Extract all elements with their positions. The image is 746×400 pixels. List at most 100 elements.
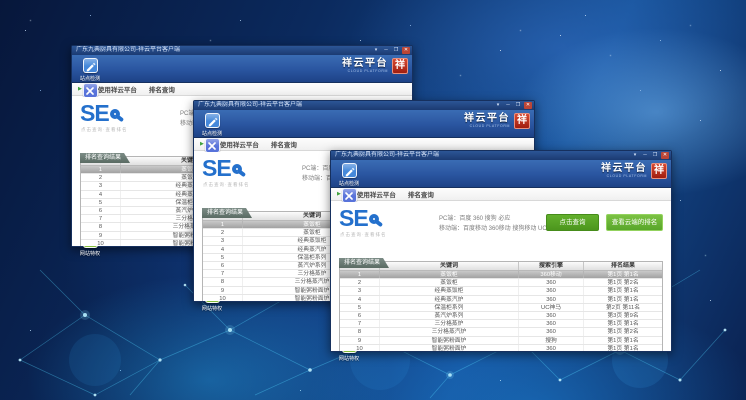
desktop-background: 广东九典厨具有限公司-祥云平台客户端 ▾ ─ ❐ ✕ 站点检测 网站管理 询盘信… bbox=[0, 0, 746, 400]
tab-rank-results[interactable]: 排名查询结果 bbox=[80, 153, 130, 163]
cell-no: 5 bbox=[203, 254, 243, 261]
cell-engine: 360 bbox=[519, 312, 584, 319]
cell-keyword: 智能粥粉面炉 bbox=[380, 337, 519, 344]
cell-no: 2 bbox=[81, 174, 121, 181]
table-row[interactable]: 10 智能粥粉面炉 360 第1页 第1名 bbox=[340, 345, 662, 351]
cell-engine: 360移动 bbox=[519, 271, 584, 278]
cell-rank: 第1页 第1名 bbox=[584, 296, 662, 303]
brand-name: 祥云平台 bbox=[342, 59, 388, 69]
table-row[interactable]: 5 保温柜系列 UC神马 第2页 第11名 bbox=[340, 304, 662, 312]
table-row[interactable]: 8 三分格蒸汽炉 360 第1页 第2名 bbox=[340, 328, 662, 336]
cell-no: 1 bbox=[81, 166, 121, 173]
tab-rank-results[interactable]: 排名查询结果 bbox=[202, 208, 252, 218]
seo-logo: SE bbox=[202, 157, 242, 179]
cell-engine: 360 bbox=[519, 320, 584, 327]
toolbar-item-0[interactable]: 站点检测 bbox=[197, 112, 227, 137]
cell-no: 10 bbox=[340, 345, 380, 351]
title-bar[interactable]: 广东九典厨具有限公司-祥云平台客户端 ▾ ─ ❐ ✕ bbox=[194, 101, 534, 110]
window-controls: ▾ ─ ❐ ✕ bbox=[631, 152, 669, 159]
main-toolbar: 站点检测 网站管理 询盘信息 流量统计 排名查询 套餐推广 微信平台 网站特权 … bbox=[72, 55, 412, 83]
maximize-button[interactable]: ❐ bbox=[651, 152, 659, 159]
title-bar[interactable]: 广东九典厨具有限公司-祥云平台客户端 ▾ ─ ❐ ✕ bbox=[72, 46, 412, 55]
cell-engine: 搜狗 bbox=[519, 337, 584, 344]
window-controls: ▾ ─ ❐ ✕ bbox=[494, 102, 532, 109]
cell-no: 4 bbox=[81, 191, 121, 198]
close-button[interactable]: ✕ bbox=[524, 102, 532, 109]
cell-keyword: 三分格蒸炉 bbox=[380, 320, 519, 327]
toolbar-item-0[interactable]: 站点检测 bbox=[334, 162, 364, 187]
cell-no: 3 bbox=[203, 237, 243, 244]
window-title: 广东九典厨具有限公司-祥云平台客户端 bbox=[335, 152, 439, 158]
maximize-button[interactable]: ❐ bbox=[514, 102, 522, 109]
table-row[interactable]: 1 蒸饭柜 360移动 第1页 第1名 bbox=[340, 271, 662, 279]
title-bar[interactable]: 广东九典厨具有限公司-祥云平台客户端 ▾ ─ ❐ ✕ bbox=[331, 151, 671, 160]
skin-button[interactable]: ▾ bbox=[494, 102, 502, 109]
app-window-2: 广东九典厨具有限公司-祥云平台客户端 ▾ ─ ❐ ✕ 站点检测 网站管理 询盘信… bbox=[330, 150, 672, 352]
close-button[interactable]: ✕ bbox=[402, 47, 410, 54]
cell-keyword: 蒸饭柜 bbox=[380, 271, 519, 278]
seo-logo-text: SE bbox=[80, 102, 109, 124]
query-panel: SE 点击查询·查看排名 PC端：百度 360 搜狗 必应 移动端：百度移动 3… bbox=[339, 205, 663, 249]
site-manage-icon bbox=[342, 188, 357, 203]
cell-keyword: 蒸汽炉系列 bbox=[380, 312, 519, 319]
cell-no: 2 bbox=[203, 229, 243, 236]
table-row[interactable]: 2 蒸饭柜 360 第1页 第2名 bbox=[340, 279, 662, 287]
minimize-button[interactable]: ─ bbox=[504, 102, 512, 109]
site-check-icon bbox=[83, 58, 98, 73]
toolbar-item-label: 站点检测 bbox=[339, 179, 359, 186]
cell-keyword: 经典蒸饭柜 bbox=[380, 287, 519, 294]
cell-no: 4 bbox=[203, 246, 243, 253]
brand-name: 祥云平台 bbox=[464, 114, 510, 124]
breadcrumb: ▶ 欢迎使用祥云平台 排名查询 bbox=[72, 83, 412, 96]
site-manage-icon bbox=[83, 83, 98, 98]
table-row[interactable]: 7 三分格蒸炉 360 第1页 第1名 bbox=[340, 320, 662, 328]
seo-tagline: 点击查询·查看排名 bbox=[203, 182, 250, 188]
table-row[interactable]: 4 经典蒸汽炉 360 第1页 第1名 bbox=[340, 296, 662, 304]
background-stars bbox=[0, 0, 1, 1]
site-manage-icon bbox=[205, 138, 220, 153]
skin-button[interactable]: ▾ bbox=[631, 152, 639, 159]
seo-logo: SE bbox=[80, 102, 120, 124]
brand-subtitle: CLOUD PLATFORM bbox=[464, 125, 510, 129]
cell-no: 8 bbox=[203, 278, 243, 285]
cell-engine: 360 bbox=[519, 296, 584, 303]
tab-rank-results[interactable]: 排名查询结果 bbox=[339, 258, 389, 268]
minimize-button[interactable]: ─ bbox=[382, 47, 390, 54]
toolbar-item-label: 网站特权 bbox=[80, 249, 100, 256]
cell-engine: 360 bbox=[519, 279, 584, 286]
cell-no: 2 bbox=[340, 279, 380, 286]
brand-seal-icon: 祥 bbox=[514, 113, 530, 129]
cell-no: 5 bbox=[340, 304, 380, 311]
main-toolbar: 站点检测 网站管理 询盘信息 流量统计 排名查询 套餐推广 微信平台 网站特权 … bbox=[194, 110, 534, 138]
table-row[interactable]: 3 经典蒸饭柜 360 第1页 第1名 bbox=[340, 287, 662, 295]
cell-no: 3 bbox=[81, 182, 121, 189]
cell-keyword: 三分格蒸汽炉 bbox=[380, 328, 519, 335]
skin-button[interactable]: ▾ bbox=[372, 47, 380, 54]
cloud-rank-button[interactable]: 查看云端的排名 bbox=[606, 214, 663, 231]
magnifier-icon bbox=[110, 109, 120, 119]
result-tab-strip: 排名查询结果 bbox=[339, 251, 663, 261]
cell-keyword: 蒸饭柜 bbox=[380, 279, 519, 286]
brand-seal-icon: 祥 bbox=[392, 58, 408, 74]
header-keyword: 关键词 bbox=[380, 262, 519, 270]
table-row[interactable]: 6 蒸汽炉系列 360 第3页 第9名 bbox=[340, 312, 662, 320]
cell-no: 7 bbox=[340, 320, 380, 327]
magnifier-icon bbox=[369, 214, 379, 224]
minimize-button[interactable]: ─ bbox=[641, 152, 649, 159]
cell-rank: 第2页 第11名 bbox=[584, 304, 662, 311]
toolbar-item-0[interactable]: 站点检测 bbox=[75, 57, 105, 82]
cell-rank: 第1页 第1名 bbox=[584, 287, 662, 294]
close-button[interactable]: ✕ bbox=[661, 152, 669, 159]
table-row[interactable]: 9 智能粥粉面炉 搜狗 第1页 第1名 bbox=[340, 337, 662, 345]
cell-no: 1 bbox=[203, 221, 243, 228]
seo-logo: SE bbox=[339, 207, 379, 229]
rank-table: 序号 关键词 搜索引擎 排名结果 1 蒸饭柜 360移动 第1页 第1名 2 蒸… bbox=[339, 261, 663, 351]
cell-no: 8 bbox=[340, 328, 380, 335]
maximize-button[interactable]: ❐ bbox=[392, 47, 400, 54]
cell-no: 9 bbox=[340, 337, 380, 344]
query-button[interactable]: 点击查询 bbox=[546, 214, 599, 231]
cell-rank: 第1页 第1名 bbox=[584, 337, 662, 344]
cell-engine: 360 bbox=[519, 287, 584, 294]
engine-list-pc: PC端：百度 360 搜狗 必应 bbox=[439, 214, 559, 224]
toolbar-item-label: 站点检测 bbox=[202, 129, 222, 136]
